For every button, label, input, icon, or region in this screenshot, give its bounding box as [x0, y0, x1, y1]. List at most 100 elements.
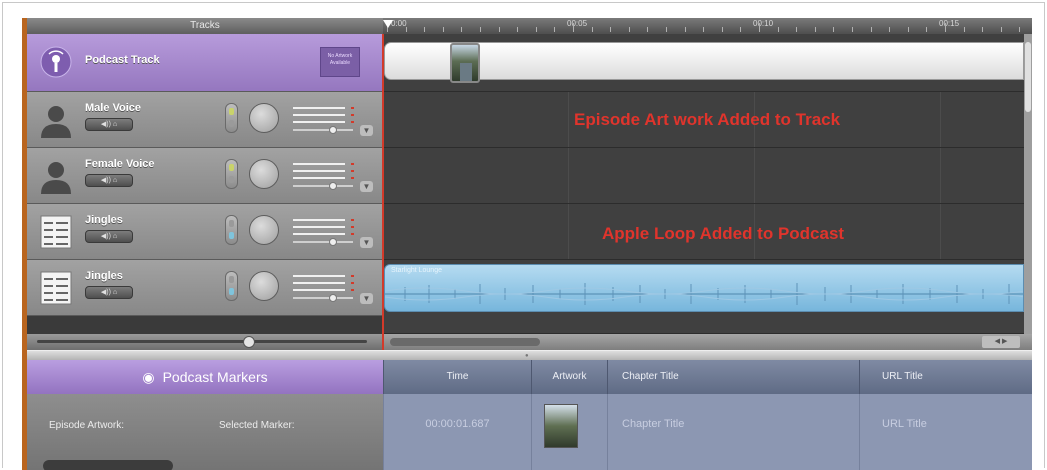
- lane-jingles-2[interactable]: Starlight Lounge: [384, 260, 1024, 334]
- pan-knob[interactable]: [249, 103, 279, 133]
- pan-knob[interactable]: [249, 215, 279, 245]
- ruler-tick: [945, 23, 946, 32]
- horizontal-scrollbar[interactable]: ◀ ▶: [384, 334, 1032, 350]
- track-header-female-voice[interactable]: Female Voice ◀)) ⌂ ▼: [27, 148, 382, 204]
- ruler-tick: [628, 27, 630, 32]
- apple-loop-region[interactable]: Starlight Lounge: [384, 264, 1024, 312]
- ruler-tick: [666, 27, 667, 32]
- marker-time-cell[interactable]: 00:00:01.687: [383, 394, 531, 470]
- zoom-slider-thumb[interactable]: [243, 336, 255, 348]
- marker-artwork-cell[interactable]: [531, 394, 607, 470]
- volume-slider[interactable]: [293, 275, 354, 302]
- ruler-tick: [480, 27, 481, 32]
- marker-info-panel: Episode Artwork: Selected Marker:: [27, 394, 383, 470]
- track-name: Jingles: [85, 270, 123, 282]
- ruler-tick: [870, 27, 872, 32]
- podcast-artwork-region[interactable]: [384, 42, 1024, 83]
- marker-url-title-cell[interactable]: URL Title: [859, 394, 1032, 470]
- track-meter: [225, 271, 238, 301]
- score-sheet-icon: [40, 271, 72, 305]
- mute-solo-buttons[interactable]: ◀)) ⌂: [85, 118, 133, 131]
- ruler-label: 00:10: [753, 19, 774, 28]
- marker-artwork-thumbnail[interactable]: [544, 404, 578, 448]
- ruler-tick: [405, 27, 407, 32]
- track-header-male-voice[interactable]: Male Voice ◀)) ⌂ ▼: [27, 92, 382, 148]
- person-silhouette-icon: [41, 162, 71, 194]
- marker-chapter-title-cell[interactable]: Chapter Title: [607, 394, 859, 470]
- chevron-down-icon[interactable]: ▼: [360, 125, 373, 136]
- zoom-slider-track[interactable]: [37, 340, 367, 343]
- lane-podcast[interactable]: [384, 34, 1024, 92]
- scroll-arrows[interactable]: ◀ ▶: [982, 336, 1020, 348]
- ruler-tick: [647, 27, 649, 32]
- track-meter: [225, 215, 238, 245]
- ruler-tick: [852, 27, 853, 32]
- playhead-line[interactable]: [382, 34, 384, 350]
- ruler-tick: [740, 27, 742, 32]
- volume-slider[interactable]: [293, 107, 354, 134]
- ruler-tick: [703, 27, 705, 32]
- mute-solo-buttons[interactable]: ◀)) ⌂: [85, 230, 133, 243]
- tracks-header: Tracks: [27, 18, 383, 34]
- track-header-jingles-2[interactable]: Jingles ◀)) ⌂ ▼: [27, 260, 382, 316]
- lane-male-voice[interactable]: Episode Art work Added to Track: [384, 92, 1024, 148]
- ruler-tick: [777, 27, 779, 32]
- pan-knob[interactable]: [249, 159, 279, 189]
- no-artwork-box[interactable]: No Artwork Available: [320, 47, 360, 77]
- episode-artwork-label: Episode Artwork:: [49, 420, 125, 431]
- ruler-tick: [759, 23, 760, 32]
- chevron-down-icon[interactable]: ▼: [360, 293, 373, 304]
- playhead-handle[interactable]: [383, 20, 393, 28]
- ruler-tick: [554, 27, 556, 32]
- ruler-tick: [517, 27, 519, 32]
- timeline-ruler[interactable]: 0:00 00:05 00:10 00:15: [383, 18, 1032, 34]
- track-name: Male Voice: [85, 102, 142, 114]
- pan-knob[interactable]: [249, 271, 279, 301]
- ruler-tick: [498, 27, 500, 32]
- ruler-tick: [573, 23, 574, 32]
- chevron-down-icon[interactable]: ▼: [360, 181, 373, 192]
- ruler-label: 00:05: [567, 19, 588, 28]
- track-name: Podcast Track: [85, 54, 160, 66]
- ruler-tick: [907, 27, 909, 32]
- ruler-tick: [424, 27, 426, 32]
- track-name: Jingles: [85, 214, 123, 226]
- track-meter: [225, 103, 238, 133]
- track-header-podcast[interactable]: Podcast Track No Artwork Available: [27, 34, 382, 92]
- column-header-time[interactable]: Time: [383, 360, 531, 394]
- ruler-tick: [963, 27, 965, 32]
- chevron-down-icon[interactable]: ▼: [360, 237, 373, 248]
- ruler-tick: [926, 27, 928, 32]
- lane-female-voice[interactable]: [384, 148, 1024, 204]
- episode-artwork-thumbnail[interactable]: [450, 43, 480, 83]
- column-header-url-title[interactable]: URL Title: [859, 360, 1032, 394]
- ruler-tick: [982, 27, 984, 32]
- track-name: Female Voice: [85, 158, 155, 170]
- horizontal-scroll-thumb[interactable]: [390, 338, 540, 346]
- vertical-scrollbar[interactable]: [1024, 34, 1032, 350]
- ruler-label: 00:15: [939, 19, 960, 28]
- volume-slider[interactable]: [293, 163, 354, 190]
- annotation-artwork: Episode Art work Added to Track: [574, 110, 841, 129]
- ruler-tick: [889, 27, 891, 32]
- column-header-chapter-title[interactable]: Chapter Title: [607, 360, 859, 394]
- ruler-tick: [610, 27, 612, 32]
- markers-title: Podcast Markers: [162, 369, 268, 385]
- ruler-tick: [442, 27, 444, 32]
- column-header-artwork[interactable]: Artwork: [531, 360, 607, 394]
- lane-jingles-1[interactable]: Apple Loop Added to Podcast: [384, 204, 1024, 260]
- track-header-jingles-1[interactable]: Jingles ◀)) ⌂ ▼: [27, 204, 382, 260]
- zoom-slider-bar: [27, 334, 382, 350]
- mute-solo-buttons[interactable]: ◀)) ⌂: [85, 286, 133, 299]
- episode-artwork-well[interactable]: [43, 460, 173, 470]
- mute-solo-buttons[interactable]: ◀)) ⌂: [85, 174, 133, 187]
- volume-slider[interactable]: [293, 219, 354, 246]
- podcast-markers-header: ◉ Podcast Markers: [27, 360, 383, 394]
- selected-marker-label: Selected Marker:: [219, 420, 295, 431]
- ruler-tick: [1019, 27, 1021, 32]
- pane-divider[interactable]: ●: [27, 350, 1032, 360]
- ruler-tick: [721, 27, 723, 32]
- ruler-tick: [814, 27, 816, 32]
- ruler-tick: [461, 27, 463, 32]
- ruler-tick: [833, 27, 835, 32]
